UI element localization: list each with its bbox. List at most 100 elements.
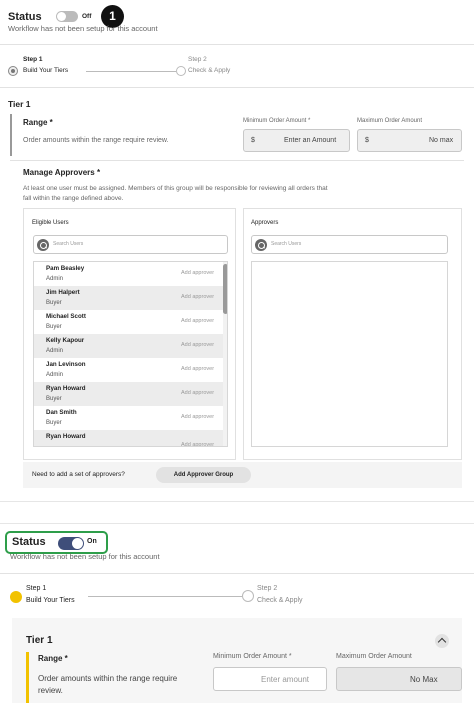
min-amount-input[interactable]: $ Enter an Amount: [243, 129, 350, 152]
approvers-title: Manage Approvers *: [23, 168, 101, 177]
user-name: Jan Levinson: [46, 361, 86, 368]
add-approver-link[interactable]: Add approver: [181, 414, 214, 420]
workflow-note-bottom: Workflow has not been setup for this acc…: [10, 552, 160, 561]
step-connector: [88, 596, 242, 597]
eligible-users-panel: Eligible Users Search Users Pam Beasley A…: [23, 208, 236, 460]
step2-indicator-bottom[interactable]: [242, 590, 254, 602]
status-label: Status: [8, 11, 42, 23]
min-amount-placeholder-bottom: Enter amount: [261, 675, 310, 684]
scrollbar-thumb[interactable]: [223, 264, 227, 314]
approvers-panel-title: Approvers: [251, 220, 279, 226]
list-item[interactable]: Michael Scott Buyer Add approver: [34, 310, 224, 334]
add-approver-link[interactable]: Add approver: [181, 270, 214, 276]
section-separator: [0, 501, 474, 502]
eligible-users-title: Eligible Users: [32, 220, 69, 226]
min-amount-placeholder: Enter an Amount: [284, 137, 337, 144]
add-approver-link[interactable]: Add approver: [181, 366, 214, 372]
max-amount-label-bottom: Maximum Order Amount: [336, 653, 412, 660]
step1-number-bottom: Step 1: [26, 585, 47, 592]
chevron-up-icon: [437, 637, 447, 647]
step2-label-bottom: Check & Apply: [257, 597, 303, 604]
divider: [0, 44, 474, 45]
tier-title: Tier 1: [8, 99, 31, 109]
search-icon: [255, 239, 267, 251]
list-item[interactable]: Jim Halpert Buyer Add approver: [34, 286, 224, 310]
user-role: Admin: [46, 348, 64, 354]
user-name: Michael Scott: [46, 313, 86, 320]
status-toggle-on[interactable]: [58, 537, 84, 550]
tier-title-bottom: Tier 1: [26, 635, 53, 646]
approvers-desc-2: fall within the range defined above.: [23, 195, 124, 202]
list-item[interactable]: Ryan Howard Add approver: [34, 430, 224, 446]
currency-symbol: $: [365, 137, 369, 144]
add-approver-link[interactable]: Add approver: [181, 390, 214, 396]
approver-group-question: Need to add a set of approvers?: [32, 471, 125, 478]
user-role: Buyer: [46, 324, 62, 330]
max-amount-label: Maximum Order Amount: [357, 118, 423, 124]
step1-indicator-active[interactable]: [10, 591, 22, 603]
status-label-on: Status: [12, 536, 46, 548]
range-title: Range *: [23, 118, 53, 127]
range-description: Order amounts within the range require r…: [23, 137, 169, 144]
add-approver-link[interactable]: Add approver: [181, 342, 214, 348]
approvers-panel: Approvers Search Users: [243, 208, 462, 460]
approvers-list[interactable]: [251, 261, 448, 447]
tier-accent-bar-bottom: [26, 652, 29, 703]
currency-symbol: $: [251, 137, 255, 144]
list-item[interactable]: Pam Beasley Admin Add approver: [34, 262, 224, 286]
add-approver-link[interactable]: Add approver: [181, 294, 214, 300]
range-title-bottom: Range *: [38, 654, 68, 663]
user-role: Buyer: [46, 396, 62, 402]
approvers-search-input[interactable]: Search Users: [251, 235, 448, 254]
add-approver-link[interactable]: Add approver: [181, 442, 214, 446]
user-name: Pam Beasley: [46, 265, 85, 272]
callout-number: 1: [109, 9, 116, 23]
user-role: Admin: [46, 276, 64, 282]
list-item[interactable]: Kelly Kapour Admin Add approver: [34, 334, 224, 358]
range-desc-bottom-1: Order amounts within the range require: [38, 674, 178, 683]
min-amount-label: Minimum Order Amount *: [243, 118, 311, 124]
step2-number: Step 2: [188, 56, 207, 63]
step1-label-bottom: Build Your Tiers: [26, 597, 75, 604]
search-placeholder: Search Users: [53, 241, 84, 247]
section-separator: [0, 523, 474, 524]
list-item[interactable]: Jan Levinson Admin Add approver: [34, 358, 224, 382]
approver-group-bar: Need to add a set of approvers? Add Appr…: [23, 462, 462, 488]
divider: [0, 573, 474, 574]
step1-indicator[interactable]: [8, 66, 18, 76]
user-role: Buyer: [46, 420, 62, 426]
list-item[interactable]: Ryan Howard Buyer Add approver: [34, 382, 224, 406]
collapse-button[interactable]: [435, 634, 449, 648]
search-placeholder: Search Users: [271, 241, 302, 247]
user-role: Buyer: [46, 300, 62, 306]
step2-indicator[interactable]: [176, 66, 186, 76]
max-amount-value: No max: [429, 137, 454, 144]
eligible-users-list[interactable]: Pam Beasley Admin Add approver Jim Halpert…: [33, 261, 228, 447]
max-amount-input[interactable]: $ No max: [357, 129, 462, 152]
step1-label: Build Your Tiers: [23, 67, 69, 74]
min-amount-input-bottom[interactable]: Enter amount: [213, 667, 327, 691]
step2-label: Check & Apply: [188, 67, 231, 74]
range-desc-bottom-2: review.: [38, 686, 63, 695]
max-amount-input-bottom[interactable]: No Max: [336, 667, 462, 691]
add-approver-group-label: Add Approver Group: [173, 472, 234, 478]
status-toggle[interactable]: [56, 11, 78, 22]
status-toggle-text: Off: [82, 13, 92, 20]
divider: [10, 160, 464, 161]
search-icon: [37, 239, 49, 251]
user-role: Admin: [46, 372, 64, 378]
user-name: Dan Smith: [46, 409, 77, 416]
add-approver-link[interactable]: Add approver: [181, 318, 214, 324]
step2-number-bottom: Step 2: [257, 585, 278, 592]
approvers-desc-1: At least one user must be assigned. Memb…: [23, 185, 328, 192]
tier-accent-bar: [10, 114, 12, 156]
eligible-search-input[interactable]: Search Users: [33, 235, 228, 254]
step-connector: [86, 71, 176, 72]
max-amount-value-bottom: No Max: [410, 675, 438, 684]
status-toggle-on-text: On: [87, 538, 97, 545]
user-name: Ryan Howard: [46, 433, 86, 440]
add-approver-group-button[interactable]: Add Approver Group: [156, 467, 251, 483]
user-name: Kelly Kapour: [46, 337, 85, 344]
list-item[interactable]: Dan Smith Buyer Add approver: [34, 406, 224, 430]
step1-number: Step 1: [23, 56, 43, 63]
